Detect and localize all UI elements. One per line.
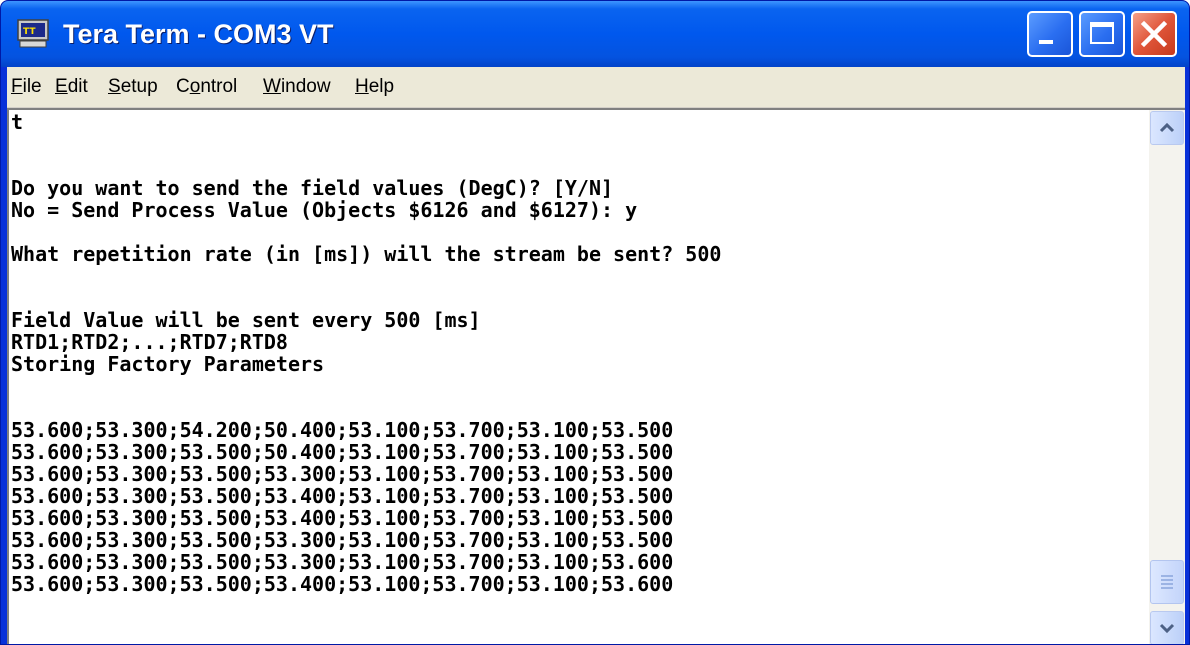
- client-area: File Edit Setup Control Window Help t Do…: [7, 67, 1185, 644]
- terminal-line: RTD1;RTD2;...;RTD7;RTD8: [11, 330, 288, 354]
- menu-file-label: ile: [22, 76, 42, 97]
- menu-setup-label: etup: [120, 76, 158, 97]
- maximize-button[interactable]: [1079, 11, 1125, 57]
- scroll-down-arrow-icon: [1159, 623, 1175, 634]
- close-button[interactable]: [1131, 11, 1177, 57]
- menu-edit-label: dit: [67, 76, 88, 97]
- terminal-output[interactable]: t Do you want to send the field values (…: [11, 111, 1147, 643]
- scroll-down-button[interactable]: [1150, 611, 1184, 644]
- menu-edit[interactable]: Edit: [55, 74, 88, 100]
- tera-term-window: TT Tera Term - COM3 VT File Edit Setup C…: [0, 0, 1190, 645]
- menu-help-mnemonic: H: [355, 76, 369, 97]
- terminal-line: 53.600;53.300;53.500;53.300;53.100;53.70…: [11, 462, 674, 486]
- terminal-line: Do you want to send the field values (De…: [11, 176, 614, 200]
- svg-text:TT: TT: [23, 27, 36, 37]
- terminal-line: 53.600;53.300;53.500;53.300;53.100;53.70…: [11, 528, 674, 552]
- menu-setup[interactable]: Setup: [108, 74, 158, 100]
- terminal-line: What repetition rate (in [ms]) will the …: [11, 242, 722, 266]
- terminal-line: Field Value will be sent every 500 [ms]: [11, 308, 481, 332]
- menu-help[interactable]: Help: [355, 74, 394, 100]
- minimize-button[interactable]: [1027, 11, 1073, 57]
- terminal-line: t: [11, 111, 24, 134]
- minimize-icon: [1039, 40, 1053, 44]
- menu-help-label: elp: [368, 76, 395, 97]
- terminal-line: 53.600;53.300;53.500;53.400;53.100;53.70…: [11, 506, 674, 530]
- menu-control-mnemonic: o: [189, 76, 201, 97]
- maximize-icon: [1090, 22, 1114, 44]
- title-bar[interactable]: TT Tera Term - COM3 VT: [1, 1, 1189, 67]
- menu-bar: File Edit Setup Control Window Help: [7, 67, 1185, 108]
- terminal-frame: t Do you want to send the field values (…: [7, 108, 1185, 644]
- menu-window-mnemonic: W: [263, 76, 281, 97]
- menu-file-mnemonic: F: [11, 76, 23, 97]
- menu-control[interactable]: Control: [176, 74, 237, 100]
- menu-control-label-b: ntrol: [200, 76, 238, 97]
- terminal-line: Storing Factory Parameters: [11, 352, 325, 376]
- menu-window[interactable]: Window: [263, 74, 331, 100]
- terminal-app-icon[interactable]: TT: [17, 19, 49, 49]
- menu-edit-mnemonic: E: [55, 76, 68, 97]
- terminal-line: 53.600;53.300;53.500;53.400;53.100;53.70…: [11, 484, 674, 508]
- window-title: Tera Term - COM3 VT: [63, 19, 334, 49]
- terminal-line: 53.600;53.300;53.500;50.400;53.100;53.70…: [11, 440, 674, 464]
- terminal-line: 53.600;53.300;53.500;53.300;53.100;53.70…: [11, 550, 674, 574]
- vertical-scrollbar[interactable]: [1149, 110, 1185, 644]
- menu-window-label: indow: [280, 76, 331, 97]
- terminal-line: No = Send Process Value (Objects $6126 a…: [11, 198, 638, 222]
- scroll-thumb[interactable]: [1150, 560, 1184, 604]
- scroll-thumb-grip-icon: [1161, 575, 1173, 589]
- terminal-line: 53.600;53.300;54.200;50.400;53.100;53.70…: [11, 418, 674, 442]
- terminal-line: 53.600;53.300;53.500;53.400;53.100;53.70…: [11, 572, 674, 596]
- scroll-up-button[interactable]: [1150, 111, 1184, 145]
- menu-setup-mnemonic: S: [108, 76, 121, 97]
- close-icon: [1140, 20, 1168, 48]
- scroll-up-arrow-icon: [1159, 122, 1175, 133]
- menu-control-label-a: C: [176, 76, 190, 97]
- menu-file[interactable]: File: [11, 74, 42, 100]
